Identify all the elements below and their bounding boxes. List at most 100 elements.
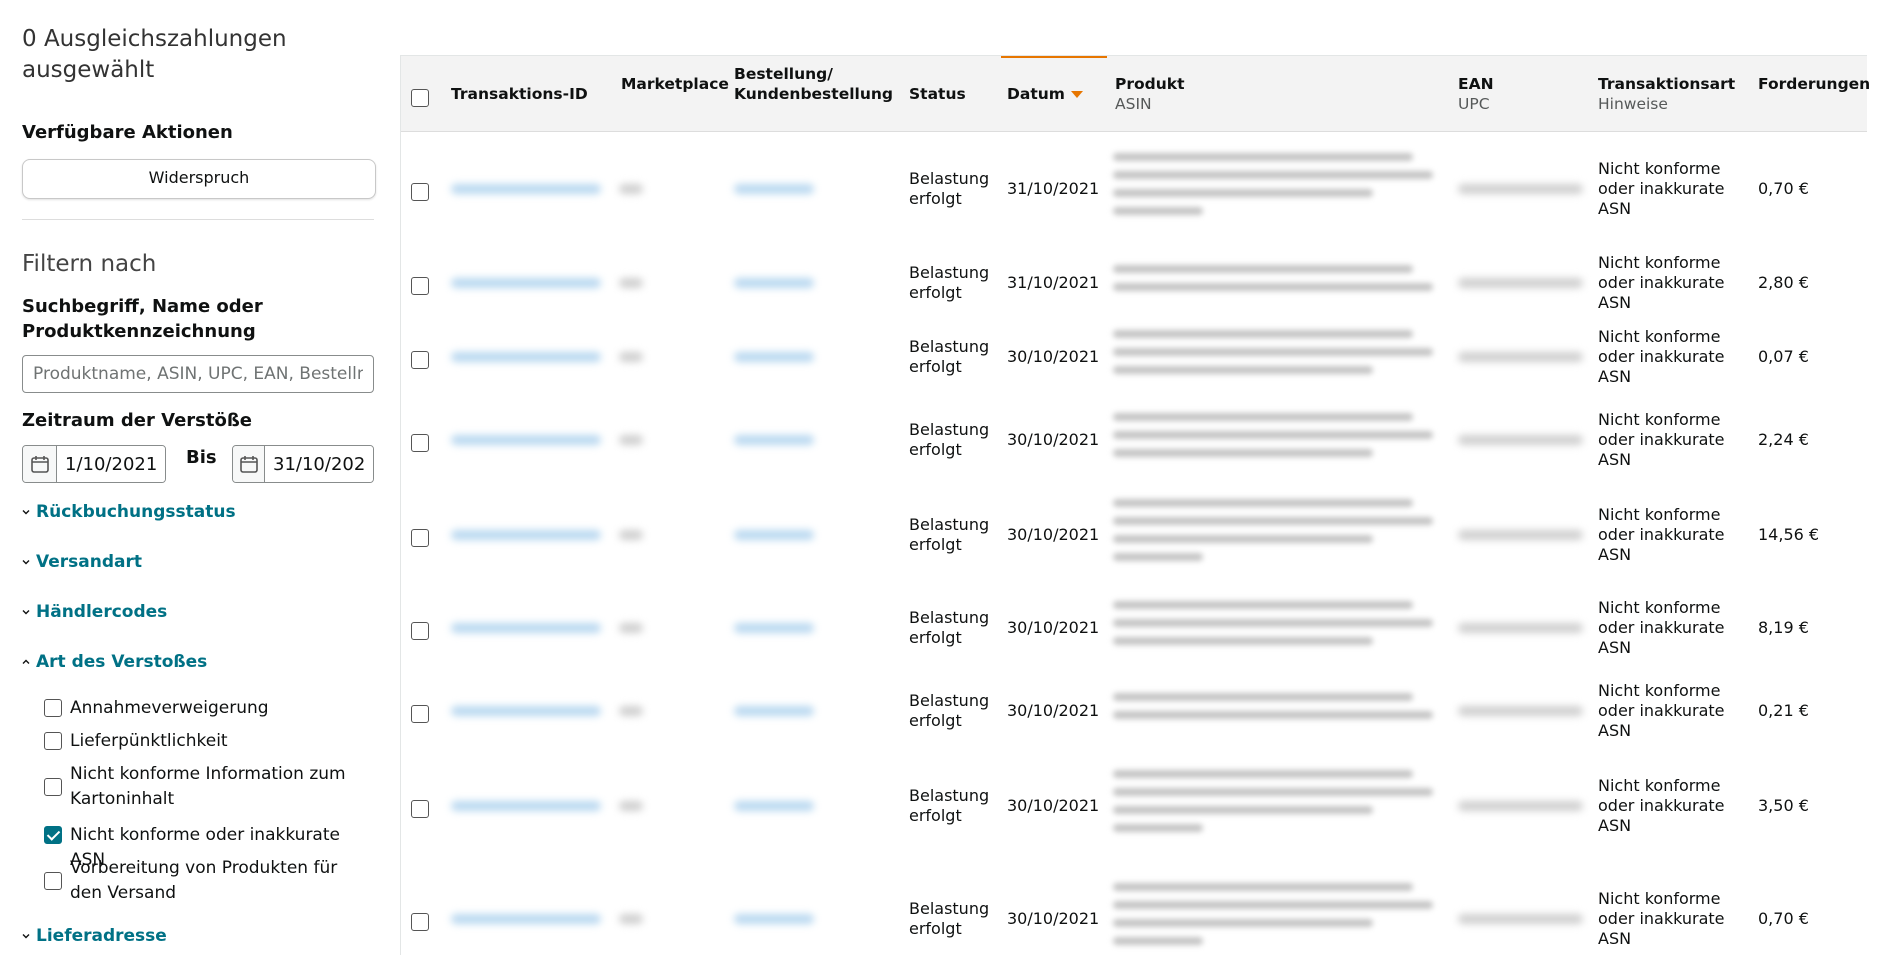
- product-cell[interactable]: [1113, 883, 1443, 955]
- product-cell[interactable]: [1113, 770, 1443, 842]
- col-order[interactable]: Bestellung/ Kundenbestellung: [734, 64, 893, 104]
- col-ean-sub: UPC: [1458, 95, 1490, 113]
- col-claims[interactable]: Forderungen: [1758, 74, 1870, 94]
- row-checkbox[interactable]: [411, 800, 429, 818]
- chevron-down-icon: [22, 934, 30, 939]
- checkbox[interactable]: [44, 699, 62, 717]
- row-checkbox[interactable]: [411, 277, 429, 295]
- violation-option[interactable]: Nicht konforme Information zum Kartoninh…: [44, 762, 374, 812]
- product-cell[interactable]: [1113, 330, 1443, 384]
- row-checkbox[interactable]: [411, 351, 429, 369]
- col-transaction-id[interactable]: Transaktions-ID: [451, 84, 588, 104]
- date-from-picker[interactable]: [22, 445, 166, 483]
- col-product[interactable]: Produkt ASIN: [1115, 74, 1185, 114]
- product-cell[interactable]: [1113, 601, 1443, 655]
- row-checkbox[interactable]: [411, 183, 429, 201]
- status-cell: Belastung erfolgt: [909, 786, 990, 825]
- product-cell[interactable]: [1113, 265, 1443, 301]
- row-checkbox[interactable]: [411, 434, 429, 452]
- option-label: Lieferpünktlichkeit: [70, 731, 228, 751]
- col-ean[interactable]: EAN UPC: [1458, 74, 1494, 114]
- order-link[interactable]: [734, 801, 814, 811]
- accordion-shipping-type[interactable]: Versandart: [22, 552, 142, 572]
- search-input[interactable]: [22, 355, 374, 393]
- date-cell: 31/10/2021: [1007, 273, 1100, 292]
- accordion-delivery-address[interactable]: Lieferadresse: [22, 926, 167, 946]
- calendar-icon[interactable]: [233, 446, 265, 482]
- select-all-checkbox[interactable]: [411, 89, 429, 107]
- marketplace-value: [619, 278, 643, 288]
- row-checkbox[interactable]: [411, 622, 429, 640]
- date-cell: 30/10/2021: [1007, 430, 1100, 449]
- row-checkbox[interactable]: [411, 529, 429, 547]
- status-cell: Belastung erfolgt: [909, 691, 990, 730]
- order-link[interactable]: [734, 914, 814, 924]
- violation-option[interactable]: Lieferpünktlichkeit: [44, 729, 374, 754]
- transaction-id-link[interactable]: [451, 435, 601, 445]
- accordion-violation-type[interactable]: Art des Verstoßes: [22, 652, 207, 672]
- order-link[interactable]: [734, 435, 814, 445]
- sort-indicator: [1001, 56, 1107, 58]
- chevron-down-icon: [22, 610, 30, 615]
- transaction-id-link[interactable]: [451, 623, 601, 633]
- product-cell[interactable]: [1113, 153, 1443, 225]
- marketplace-value: [619, 530, 643, 540]
- date-cell: 30/10/2021: [1007, 525, 1100, 544]
- date-from-input[interactable]: [57, 446, 165, 482]
- transaction-id-link[interactable]: [451, 352, 601, 362]
- widerspruch-button[interactable]: Widerspruch: [22, 159, 376, 199]
- order-link[interactable]: [734, 184, 814, 194]
- order-link[interactable]: [734, 278, 814, 288]
- accordion-chargeback-status[interactable]: Rückbuchungsstatus: [22, 502, 236, 522]
- transaction-id-link[interactable]: [451, 914, 601, 924]
- selection-count: 0 Ausgleichszahlungen ausgewählt: [22, 26, 287, 83]
- accordion-merchant-codes[interactable]: Händlercodes: [22, 602, 167, 622]
- checkbox[interactable]: [44, 732, 62, 750]
- col-ean-label: EAN: [1458, 75, 1494, 93]
- date-cell: 30/10/2021: [1007, 796, 1100, 815]
- row-checkbox[interactable]: [411, 913, 429, 931]
- order-link[interactable]: [734, 623, 814, 633]
- product-cell[interactable]: [1113, 693, 1443, 729]
- date-to-input[interactable]: [265, 446, 373, 482]
- search-label: Suchbegriff, Name oder Produktkennzeichn…: [22, 296, 263, 342]
- col-transaction-type[interactable]: Transaktionsart Hinweise: [1598, 74, 1735, 114]
- row-checkbox[interactable]: [411, 705, 429, 723]
- claim-amount-cell: 2,24 €: [1758, 430, 1809, 449]
- product-cell[interactable]: [1113, 499, 1443, 571]
- col-product-label: Produkt: [1115, 75, 1185, 93]
- transaction-id-link[interactable]: [451, 801, 601, 811]
- violation-option[interactable]: Annahmeverweigerung: [44, 696, 374, 721]
- option-label: Nicht konforme Information zum Kartoninh…: [70, 764, 346, 809]
- checkbox-checked[interactable]: [44, 826, 62, 844]
- date-cell: 30/10/2021: [1007, 701, 1100, 720]
- claim-amount-cell: 2,80 €: [1758, 273, 1809, 292]
- order-link[interactable]: [734, 352, 814, 362]
- calendar-icon[interactable]: [23, 446, 57, 482]
- transaction-id-link[interactable]: [451, 706, 601, 716]
- ean-value: [1458, 914, 1583, 924]
- status-cell: Belastung erfolgt: [909, 169, 990, 208]
- marketplace-value: [619, 801, 643, 811]
- order-link[interactable]: [734, 530, 814, 540]
- accordion-label: Rückbuchungsstatus: [36, 502, 236, 522]
- ean-value: [1458, 352, 1583, 362]
- checkbox[interactable]: [44, 778, 62, 796]
- transaction-id-link[interactable]: [451, 530, 601, 540]
- accordion-label: Händlercodes: [36, 602, 168, 622]
- transaction-id-link[interactable]: [451, 278, 601, 288]
- transaction-type-cell: Nicht konforme oder inakkurate ASN: [1598, 889, 1725, 948]
- date-to-picker[interactable]: [232, 445, 374, 483]
- checkbox[interactable]: [44, 872, 62, 890]
- violation-option[interactable]: Vorbereitung von Produkten für den Versa…: [44, 856, 374, 906]
- col-date[interactable]: Datum: [1007, 84, 1083, 104]
- order-link[interactable]: [734, 706, 814, 716]
- col-status[interactable]: Status: [909, 84, 966, 104]
- status-cell: Belastung erfolgt: [909, 420, 990, 459]
- transaction-type-cell: Nicht konforme oder inakkurate ASN: [1598, 253, 1725, 312]
- transaction-id-link[interactable]: [451, 184, 601, 194]
- product-cell[interactable]: [1113, 413, 1443, 467]
- claim-amount-cell: 0,70 €: [1758, 909, 1809, 928]
- col-marketplace[interactable]: Marketplace: [621, 74, 729, 94]
- ean-value: [1458, 184, 1583, 194]
